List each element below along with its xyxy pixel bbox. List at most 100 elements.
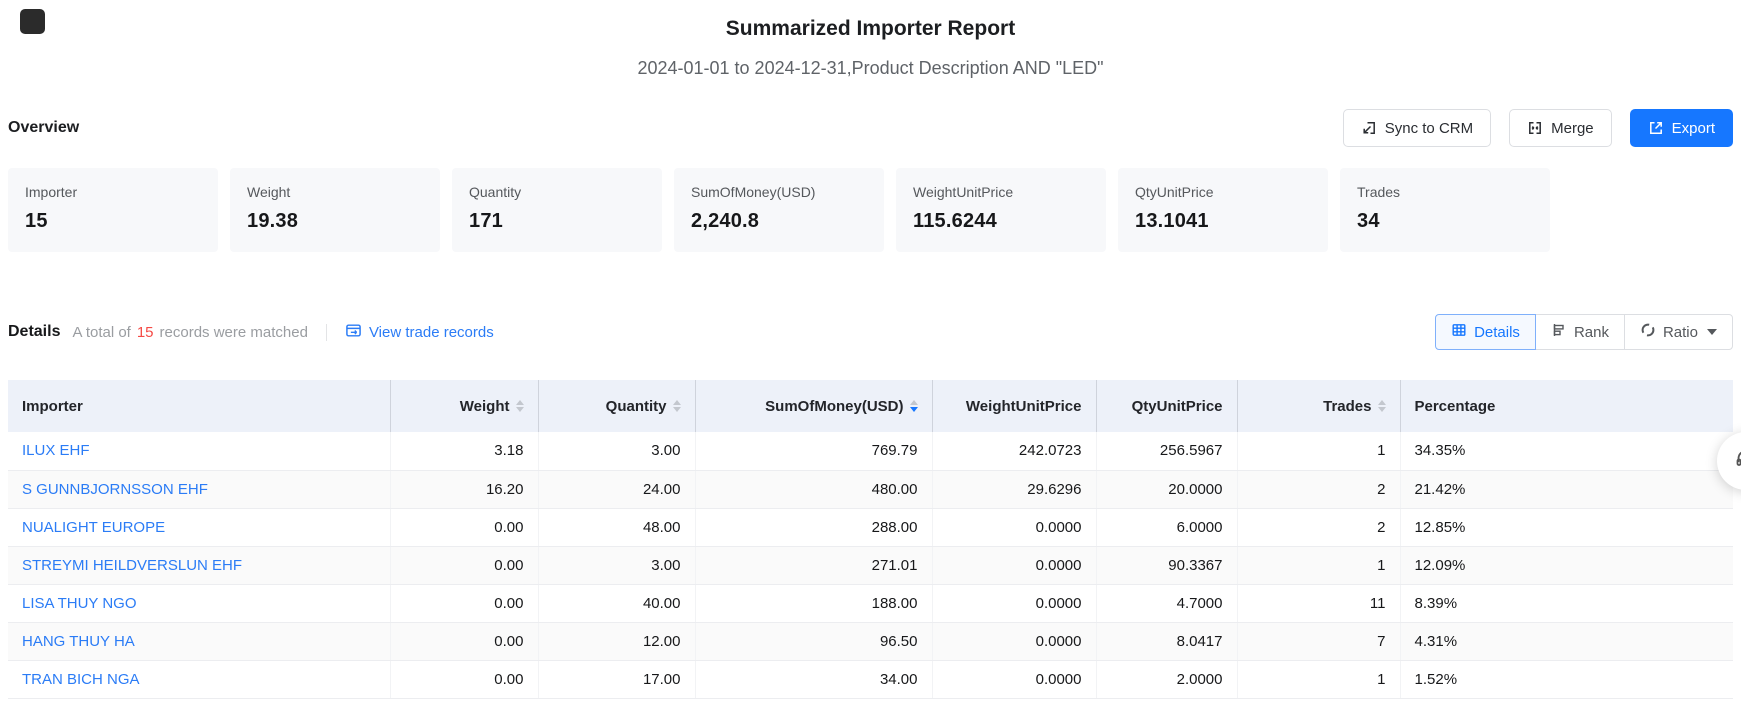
column-header-sum-of-money[interactable]: SumOfMoney(USD) (695, 380, 932, 432)
cell-importer: NUALIGHT EUROPE (8, 508, 390, 546)
stat-card-qty-unit-price: QtyUnitPrice 13.1041 (1118, 168, 1328, 252)
table-header: Importer Weight Quantity SumOfMoney(USD)… (8, 380, 1733, 432)
cell-sum-of-money: 96.50 (695, 622, 932, 660)
view-trade-records-link[interactable]: View trade records (345, 322, 494, 343)
matched-count: 15 (137, 324, 154, 341)
importer-link[interactable]: STREYMI HEILDVERSLUN EHF (22, 557, 242, 574)
view-switcher: Details Rank Ratio (1435, 314, 1733, 350)
cell-percentage: 34.35% (1400, 432, 1733, 470)
cell-qty-unit-price: 2.0000 (1096, 660, 1237, 698)
cell-quantity: 48.00 (538, 508, 695, 546)
trade-records-icon (345, 322, 362, 343)
importer-link[interactable]: HANG THUY HA (22, 633, 135, 650)
column-label: Weight (460, 398, 510, 415)
view-trade-records-label: View trade records (369, 324, 494, 341)
export-button[interactable]: Export (1630, 109, 1733, 147)
column-label: Percentage (1415, 398, 1496, 415)
toolbar-buttons: Sync to CRM Merge (1343, 109, 1733, 147)
cell-weight-unit-price: 29.6296 (932, 470, 1096, 508)
app-menu-icon[interactable] (20, 9, 45, 34)
stat-value: 15 (25, 210, 201, 233)
cell-trades: 2 (1237, 508, 1400, 546)
cell-quantity: 12.00 (538, 622, 695, 660)
table-row: NUALIGHT EUROPE 0.0048.00288.000.00006.00… (8, 508, 1733, 546)
sort-icon[interactable] (1378, 400, 1386, 412)
column-header-trades[interactable]: Trades (1237, 380, 1400, 432)
tab-ratio-label: Ratio (1663, 324, 1698, 341)
cell-importer: HANG THUY HA (8, 622, 390, 660)
column-header-qty-unit-price: QtyUnitPrice (1096, 380, 1237, 432)
cell-percentage: 8.39% (1400, 584, 1733, 622)
tab-ratio[interactable]: Ratio (1624, 314, 1733, 350)
tab-details[interactable]: Details (1435, 314, 1536, 350)
column-label: Quantity (606, 398, 667, 415)
importer-link[interactable]: NUALIGHT EUROPE (22, 519, 165, 536)
cell-quantity: 17.00 (538, 660, 695, 698)
overview-cards: Importer 15 Weight 19.38 Quantity 171 Su… (8, 168, 1733, 252)
table-row: ILUX EHF3.183.00769.79242.0723256.596713… (8, 432, 1733, 470)
merge-icon (1527, 120, 1543, 136)
sort-icon[interactable] (673, 400, 681, 412)
cell-percentage: 21.42% (1400, 470, 1733, 508)
cell-trades: 11 (1237, 584, 1400, 622)
cell-weight-unit-price: 0.0000 (932, 508, 1096, 546)
overview-toolbar: Overview Sync to CRM (8, 108, 1733, 148)
merge-button[interactable]: Merge (1509, 109, 1612, 147)
stat-value: 171 (469, 210, 645, 233)
column-label: SumOfMoney(USD) (765, 398, 903, 415)
cell-importer: LISA THUY NGO (8, 584, 390, 622)
cell-trades: 2 (1237, 470, 1400, 508)
cell-weight: 3.18 (390, 432, 538, 470)
column-header-quantity[interactable]: Quantity (538, 380, 695, 432)
cell-trades: 1 (1237, 432, 1400, 470)
chevron-down-icon (1707, 329, 1717, 335)
tab-details-label: Details (1474, 324, 1520, 341)
cell-weight: 0.00 (390, 508, 538, 546)
page-subtitle: 2024-01-01 to 2024-12-31,Product Descrip… (8, 56, 1733, 80)
stat-label: Quantity (469, 183, 645, 201)
cell-weight: 0.00 (390, 546, 538, 584)
stat-value: 2,240.8 (691, 210, 867, 233)
cell-sum-of-money: 480.00 (695, 470, 932, 508)
rank-bars-icon (1551, 322, 1567, 342)
stat-card-weight: Weight 19.38 (230, 168, 440, 252)
importer-link[interactable]: ILUX EHF (22, 442, 90, 459)
column-label: WeightUnitPrice (966, 398, 1082, 415)
cell-weight: 16.20 (390, 470, 538, 508)
cell-qty-unit-price: 6.0000 (1096, 508, 1237, 546)
importer-link[interactable]: S GUNNBJORNSSON EHF (22, 481, 208, 498)
export-label: Export (1672, 120, 1715, 137)
importer-link[interactable]: TRAN BICH NGA (22, 671, 140, 688)
sync-to-crm-label: Sync to CRM (1385, 120, 1473, 137)
cell-quantity: 3.00 (538, 546, 695, 584)
cell-sum-of-money: 288.00 (695, 508, 932, 546)
vertical-divider (326, 324, 327, 341)
stat-card-quantity: Quantity 171 (452, 168, 662, 252)
tab-rank[interactable]: Rank (1535, 314, 1625, 350)
importer-link[interactable]: LISA THUY NGO (22, 595, 137, 612)
stat-value: 19.38 (247, 210, 423, 233)
cell-sum-of-money: 188.00 (695, 584, 932, 622)
overview-heading: Overview (8, 119, 79, 137)
sort-icon-descending-active[interactable] (910, 400, 918, 412)
cell-quantity: 3.00 (538, 432, 695, 470)
table-row: STREYMI HEILDVERSLUN EHF0.003.00271.010.… (8, 546, 1733, 584)
stat-label: WeightUnitPrice (913, 183, 1089, 201)
cell-qty-unit-price: 256.5967 (1096, 432, 1237, 470)
sort-icon[interactable] (516, 400, 524, 412)
cell-percentage: 12.09% (1400, 546, 1733, 584)
cell-weight: 0.00 (390, 622, 538, 660)
cell-importer: ILUX EHF (8, 432, 390, 470)
sync-to-crm-button[interactable]: Sync to CRM (1343, 109, 1491, 147)
cell-qty-unit-price: 20.0000 (1096, 470, 1237, 508)
cell-quantity: 24.00 (538, 470, 695, 508)
table-row: HANG THUY HA0.0012.0096.500.00008.041774… (8, 622, 1733, 660)
headset-icon (1734, 447, 1741, 476)
table-row: TRAN BICH NGA0.0017.0034.000.00002.00001… (8, 660, 1733, 698)
cell-qty-unit-price: 90.3367 (1096, 546, 1237, 584)
cell-percentage: 4.31% (1400, 622, 1733, 660)
stat-label: SumOfMoney(USD) (691, 183, 867, 201)
stat-label: QtyUnitPrice (1135, 183, 1311, 201)
cell-quantity: 40.00 (538, 584, 695, 622)
column-header-weight[interactable]: Weight (390, 380, 538, 432)
